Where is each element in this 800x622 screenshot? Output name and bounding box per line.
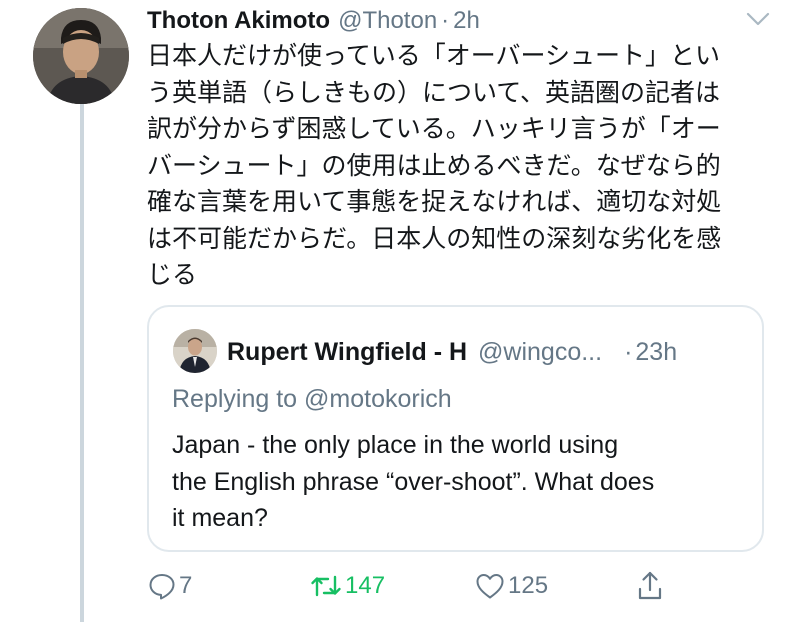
quoted-body-line: Japan - the only place in the world usin… xyxy=(172,431,619,459)
heart-outline-icon xyxy=(474,571,506,601)
reply-bubble-icon xyxy=(147,571,177,601)
reply-count: 7 xyxy=(179,572,193,599)
action-bar: 7 147 125 xyxy=(147,568,677,604)
quoted-tweet-timestamp[interactable]: 23h xyxy=(635,338,677,367)
retweet-count: 147 xyxy=(345,572,386,599)
quoted-tweet-body: Japan - the only place in the world usin… xyxy=(172,427,752,537)
author-handle[interactable]: @Thoton xyxy=(338,7,437,35)
avatar-photo xyxy=(33,8,129,104)
author-name[interactable]: Thoton Akimoto xyxy=(147,7,330,35)
quoted-author-name[interactable]: Rupert Wingfield - H xyxy=(227,338,467,367)
tweet-body-line: じる xyxy=(147,261,198,289)
replying-to-line[interactable]: Replying to @motokorich xyxy=(172,385,452,414)
quoted-body-line: the English phrase “over-shoot”. What do… xyxy=(172,467,655,496)
tweet-body-line: は不可能だからだ。日本人の知性の深刻な劣化を感 xyxy=(147,224,722,253)
quoted-tweet-card[interactable]: Rupert Wingfield - H @wingco... · 23h Re… xyxy=(147,305,764,552)
tweet-body-line: う英単語（らしきもの）について、英語圏の記者は xyxy=(147,78,721,107)
author-avatar[interactable] xyxy=(33,8,129,104)
retweet-arrows-icon xyxy=(309,571,343,601)
tweet-header: Thoton Akimoto @Thoton · 2h xyxy=(147,4,480,38)
quoted-body-line: it mean? xyxy=(172,504,268,532)
reply-button[interactable]: 7 xyxy=(147,568,192,604)
tweet-timestamp[interactable]: 2h xyxy=(453,7,480,35)
thread-line xyxy=(80,104,84,622)
quoted-avatar-photo xyxy=(173,329,217,373)
quoted-tweet-header: Rupert Wingfield - H @wingco... · 23h xyxy=(227,335,677,369)
tweet-body-line: 訳が分からず困惑している。ハッキリ言うが「オー xyxy=(147,115,721,143)
quoted-author-handle[interactable]: @wingco... xyxy=(478,338,602,367)
tweet-body-line: 確な言葉を用いて事態を捉えなければ、適切な対処 xyxy=(147,188,722,216)
separator-dot: · xyxy=(624,337,633,366)
share-button[interactable] xyxy=(635,568,665,604)
tweet-body-line: バーシュート」の使用は止めるべきだ。なぜなら的 xyxy=(147,151,721,180)
separator-dot: · xyxy=(441,7,450,34)
tweet-body: 日本人だけが使っている「オーバーシュート」とい う英単語（らしきもの）について、… xyxy=(147,38,767,294)
like-button[interactable]: 125 xyxy=(474,568,548,604)
tweet-body-line: 日本人だけが使っている「オーバーシュート」とい xyxy=(147,42,721,70)
quoted-author-avatar[interactable] xyxy=(173,329,217,373)
share-upload-icon xyxy=(635,569,665,603)
retweet-button[interactable]: 147 xyxy=(309,568,385,604)
tweet: Thoton Akimoto @Thoton · 2h 日本人だけが使っている「… xyxy=(0,0,800,622)
chevron-down-icon[interactable] xyxy=(743,8,773,30)
like-count: 125 xyxy=(508,572,549,599)
